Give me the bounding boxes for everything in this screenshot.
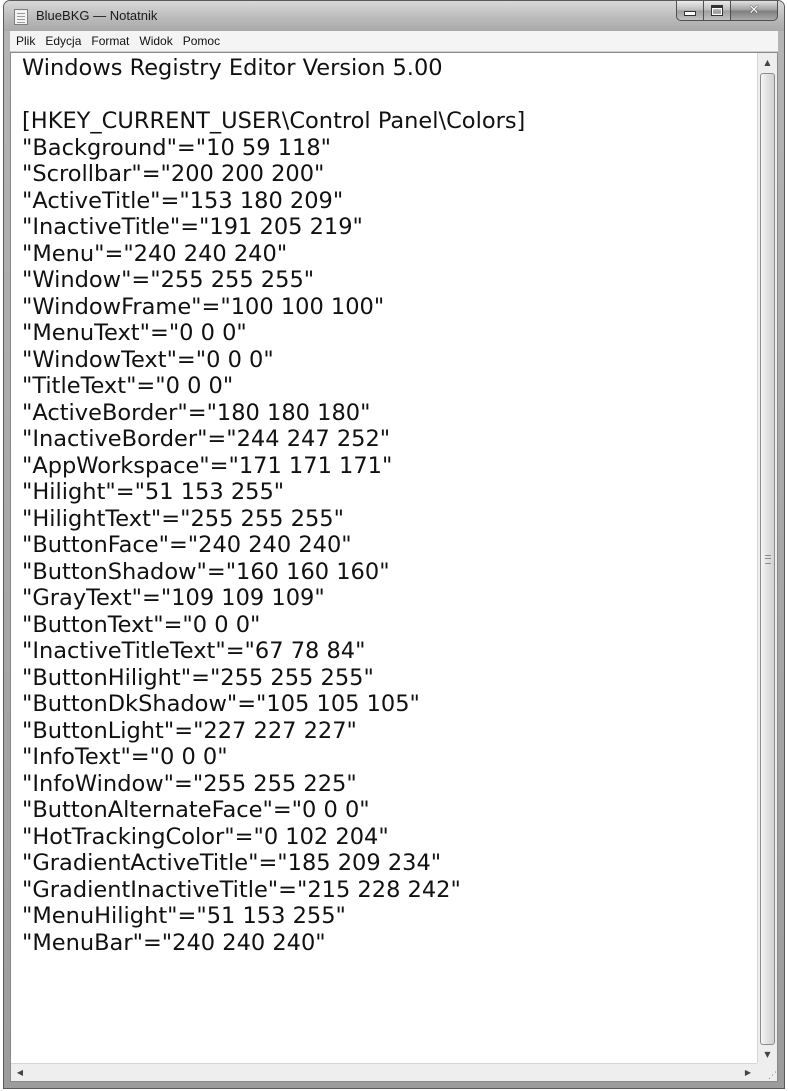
size-grip-icon: ⋰ — [768, 1071, 777, 1081]
scroll-right-arrow-icon: ▶ — [744, 1068, 752, 1077]
editor-line: "MenuText"="0 0 0" — [22, 320, 247, 346]
minimize-icon — [684, 11, 696, 16]
menu-edit[interactable]: Edycja — [40, 34, 86, 48]
notepad-icon[interactable] — [14, 9, 28, 25]
editor-line: "ButtonText"="0 0 0" — [22, 611, 261, 638]
scroll-up-button[interactable]: ▲ — [758, 53, 777, 71]
editor-client-area: Windows Registry Editor Version 5.00 [HKE… — [10, 52, 778, 1082]
title-bar[interactable]: BlueBKG — Notatnik ✕ — [4, 1, 784, 31]
editor-line: "InfoWindow"="255 255 225" — [22, 770, 357, 797]
editor-content: Windows Registry Editor Version 5.00 [HKE… — [11, 53, 757, 956]
editor-line: "InactiveTitle"="191 205 219" — [22, 214, 363, 240]
text-editor[interactable]: Windows Registry Editor Version 5.00 [HKE… — [11, 53, 757, 1063]
editor-line: "WindowFrame"="100 100 100" — [22, 293, 385, 320]
menu-bar: Plik Edycja Format Widok Pomoc — [10, 31, 778, 52]
menu-format[interactable]: Format — [86, 34, 134, 48]
editor-line: "InactiveTitleText"="67 78 84" — [22, 638, 366, 664]
editor-line: "ButtonFace"="240 240 240" — [22, 532, 352, 558]
minimize-button[interactable] — [676, 1, 704, 21]
editor-line: "HotTrackingColor"="0 102 204" — [22, 823, 389, 850]
editor-line: "HilightText"="255 255 255" — [22, 505, 344, 532]
editor-line: "MenuBar"="240 240 240" — [22, 929, 326, 956]
editor-line: "ButtonDkShadow"="105 105 105" — [22, 691, 420, 717]
editor-line: "GradientActiveTitle"="185 209 234" — [22, 850, 442, 876]
scroll-left-button[interactable]: ◀ — [11, 1064, 29, 1081]
editor-line: "GrayText"="109 109 109" — [22, 585, 325, 611]
scroll-left-arrow-icon: ◀ — [16, 1068, 24, 1077]
size-grip[interactable]: ⋰ — [757, 1063, 777, 1081]
editor-line: "ActiveTitle"="153 180 209" — [22, 187, 344, 214]
maximize-button[interactable] — [704, 1, 731, 21]
scroll-grip-icon — [765, 555, 771, 564]
notepad-window: BlueBKG — Notatnik ✕ Plik Edycja Format … — [3, 0, 785, 1089]
menu-file[interactable]: Plik — [10, 34, 40, 48]
close-button[interactable]: ✕ — [731, 1, 778, 21]
editor-line: [HKEY_CURRENT_USER\Control Panel\Colors] — [22, 108, 526, 134]
editor-line: "WindowText"="0 0 0" — [22, 346, 274, 373]
editor-line: "GradientInactiveTitle"="215 228 242" — [22, 876, 461, 903]
editor-line: Windows Registry Editor Version 5.00 — [22, 55, 443, 81]
editor-line: "Menu"="240 240 240" — [22, 240, 288, 267]
editor-line: "Hilight"="51 153 255" — [22, 479, 285, 505]
editor-line: "ButtonAlternateFace"="0 0 0" — [22, 797, 370, 823]
scroll-down-arrow-icon: ▼ — [764, 1049, 771, 1059]
caption-buttons: ✕ — [676, 1, 778, 22]
editor-line: "InactiveBorder"="244 247 252" — [22, 426, 391, 452]
editor-line: "ButtonHilight"="255 255 255" — [22, 664, 374, 691]
window-title: BlueBKG — Notatnik — [36, 8, 158, 23]
editor-line: "InfoText"="0 0 0" — [22, 744, 228, 770]
scroll-right-button[interactable]: ▶ — [739, 1064, 757, 1081]
editor-line: "TitleText"="0 0 0" — [22, 373, 234, 399]
editor-line: "MenuHilight"="51 153 255" — [22, 903, 346, 929]
editor-line: "ButtonShadow"="160 160 160" — [22, 558, 390, 585]
editor-line: "ActiveBorder"="180 180 180" — [22, 399, 371, 426]
close-icon: ✕ — [748, 3, 760, 18]
scroll-down-button[interactable]: ▼ — [758, 1045, 777, 1063]
maximize-icon — [711, 5, 723, 16]
editor-line: "Window"="255 255 255" — [22, 267, 315, 293]
vertical-scrollbar[interactable]: ▲ ▼ — [757, 53, 777, 1063]
editor-line: "AppWorkspace"="171 171 171" — [22, 452, 393, 479]
menu-help[interactable]: Pomoc — [178, 34, 225, 48]
editor-line: "Background"="10 59 118" — [22, 134, 331, 161]
menu-view[interactable]: Widok — [134, 34, 177, 48]
horizontal-scrollbar[interactable]: ◀ ▶ — [11, 1063, 757, 1081]
editor-line: "Scrollbar"="200 200 200" — [22, 161, 325, 187]
scroll-up-arrow-icon: ▲ — [764, 57, 771, 67]
editor-line: "ButtonLight"="227 227 227" — [22, 717, 357, 744]
vertical-scroll-thumb[interactable] — [760, 73, 775, 1045]
